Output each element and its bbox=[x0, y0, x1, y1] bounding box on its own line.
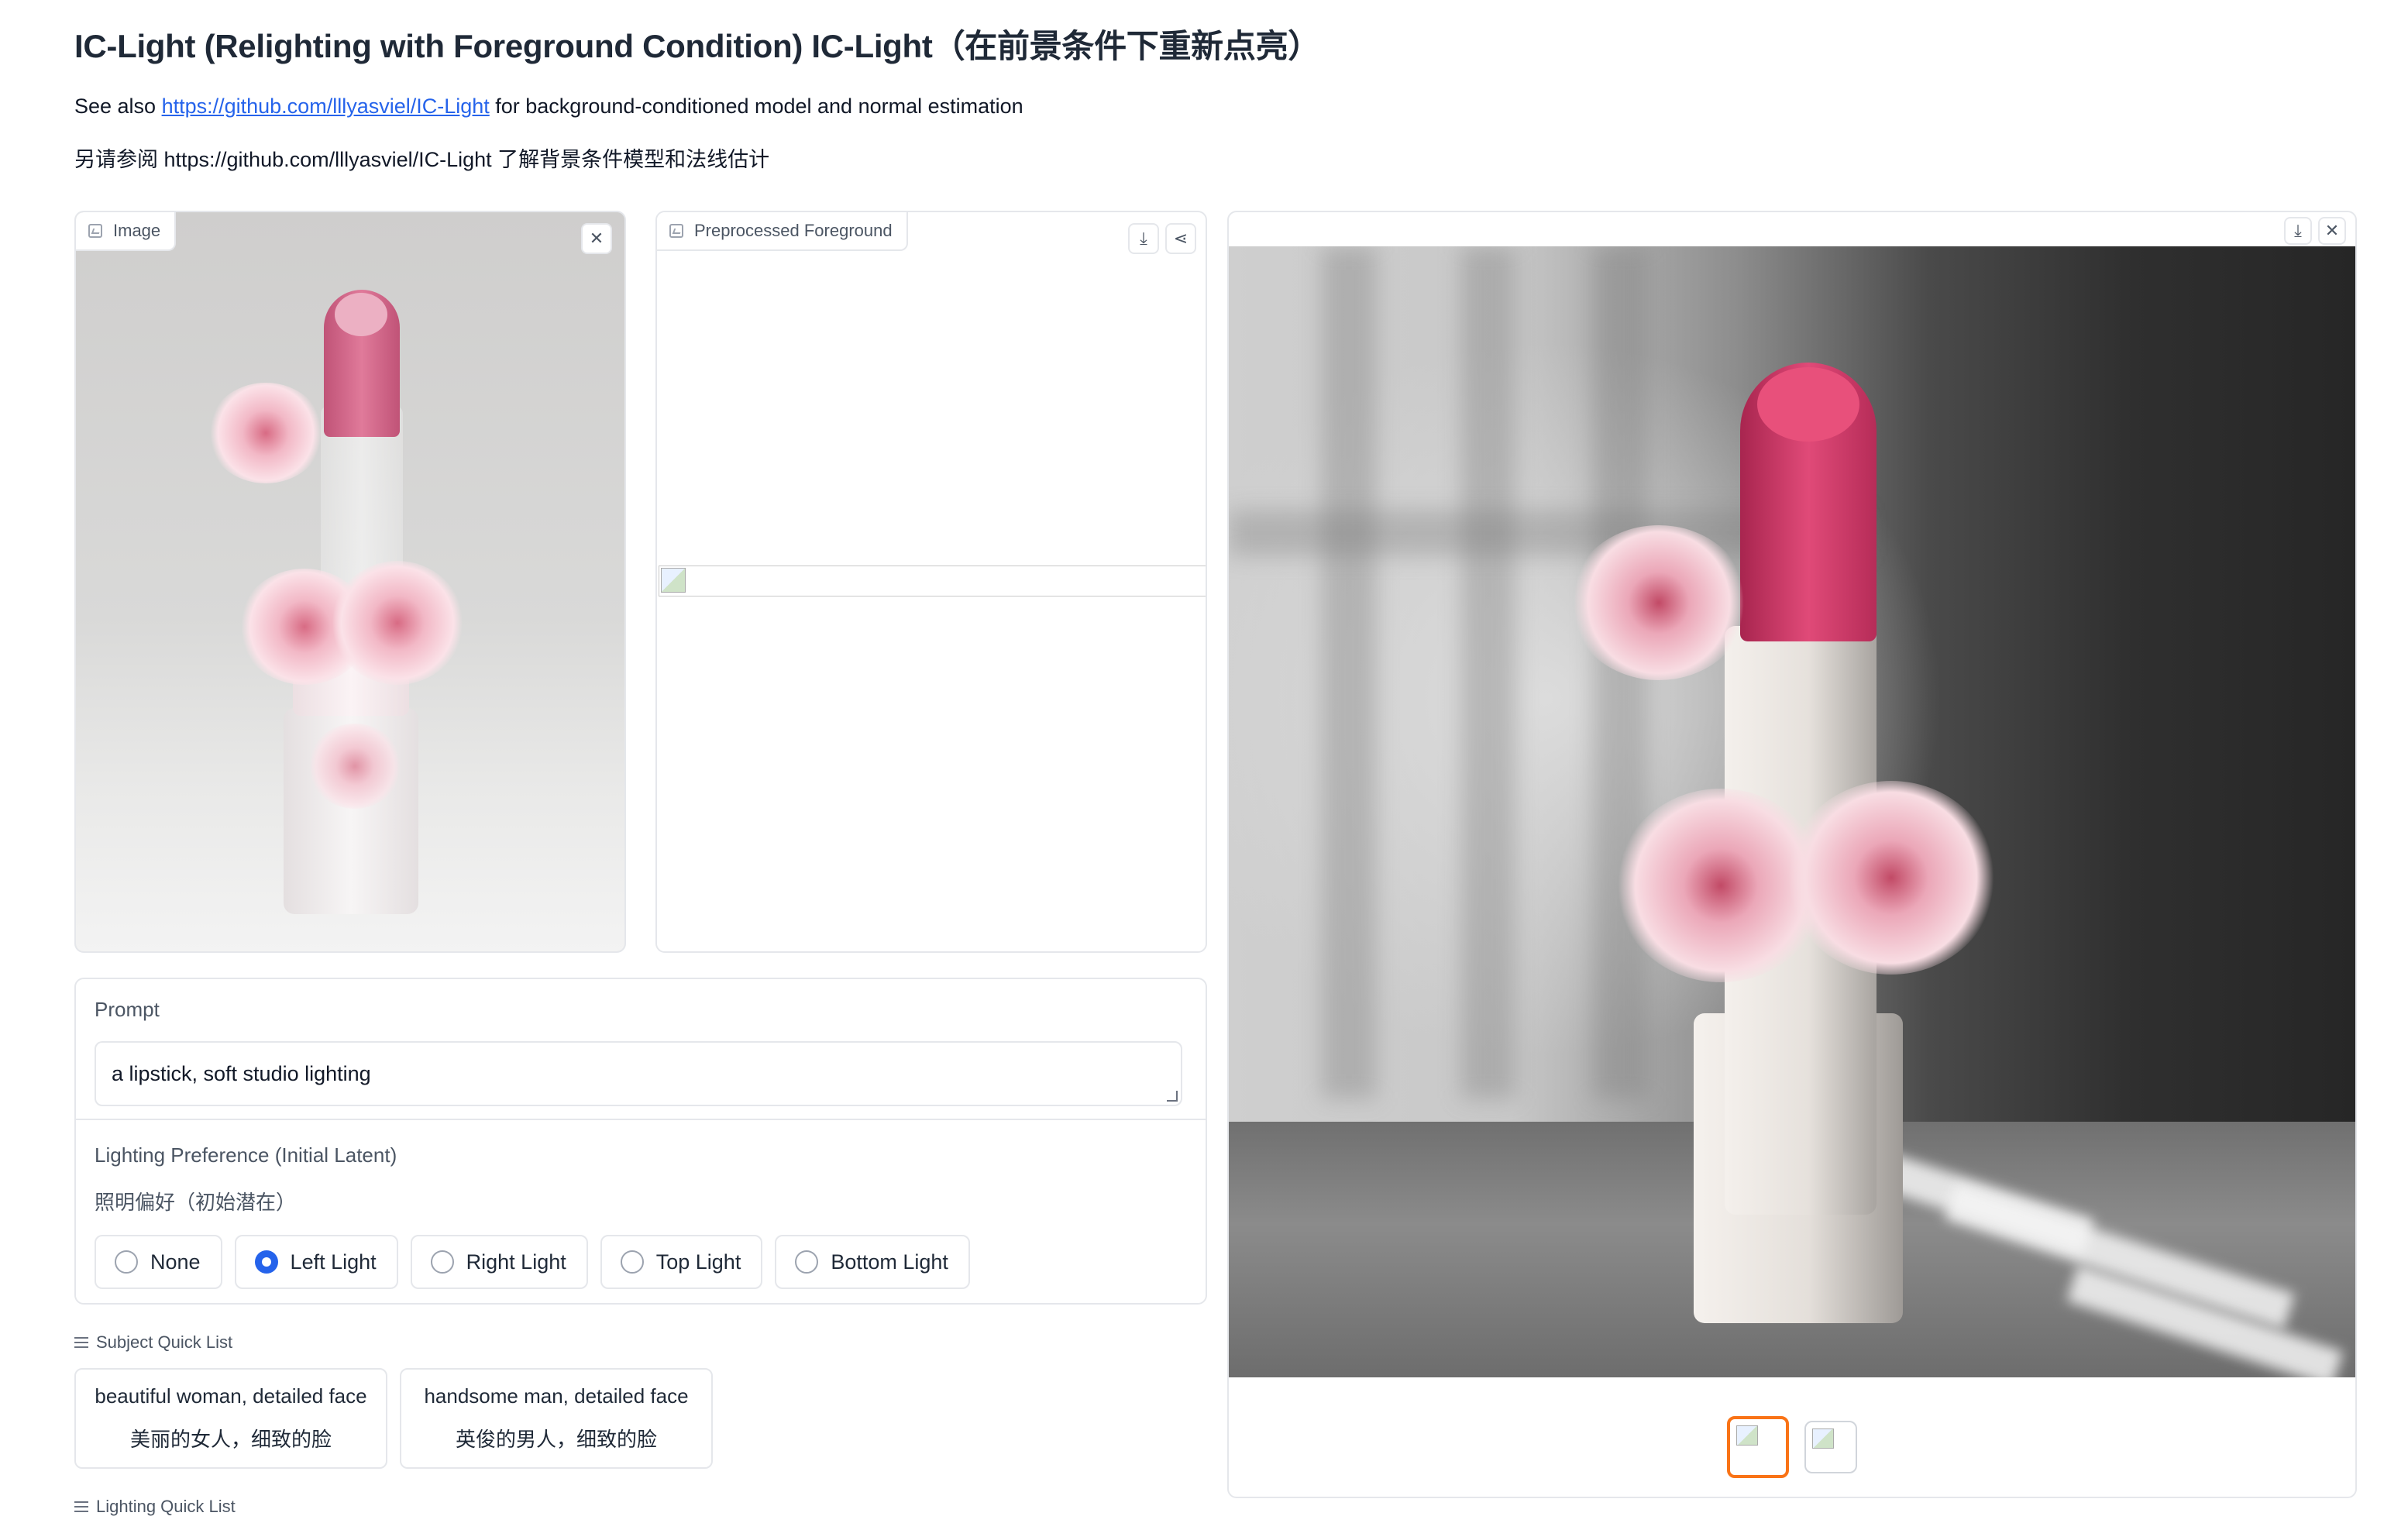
close-button[interactable]: ✕ bbox=[2318, 217, 2346, 245]
thumbnail-strip bbox=[1229, 1416, 2355, 1478]
image-label: Image bbox=[76, 212, 177, 251]
subject-chip-woman[interactable]: beautiful woman, detailed face 美丽的女人，细致的… bbox=[74, 1368, 387, 1469]
radio-selected-icon bbox=[254, 1250, 278, 1274]
radio-left-light[interactable]: Left Light bbox=[234, 1235, 398, 1289]
radio-label: Bottom Light bbox=[831, 1250, 948, 1274]
list-icon bbox=[74, 1337, 88, 1348]
download-button[interactable]: ⤓ bbox=[1128, 223, 1159, 254]
output-image[interactable] bbox=[1229, 246, 2355, 1377]
lighting-quick-list-label: Lighting Quick List bbox=[74, 1497, 236, 1517]
see-also-prefix: See also bbox=[74, 95, 162, 118]
blossom-reflection bbox=[308, 724, 401, 809]
blossom bbox=[332, 561, 463, 685]
radio-right-light[interactable]: Right Light bbox=[410, 1235, 588, 1289]
github-link[interactable]: https://github.com/lllyasviel/IC-Light bbox=[162, 95, 490, 118]
preprocessed-label-text: Preprocessed Foreground bbox=[694, 221, 893, 240]
clear-image-button[interactable]: ✕ bbox=[581, 223, 612, 254]
radio-top-light[interactable]: Top Light bbox=[600, 1235, 763, 1289]
output-gallery-panel: ⤓ ✕ bbox=[1227, 211, 2357, 1498]
chip-text-zh: 英俊的男人，细致的脸 bbox=[455, 1428, 657, 1451]
prompt-settings-block: Prompt a lipstick, soft studio lighting … bbox=[74, 978, 1207, 1305]
window-shadow bbox=[1322, 246, 1376, 1098]
image-label-text: Image bbox=[113, 221, 161, 240]
blossom bbox=[1787, 781, 1996, 975]
prompt-value: a lipstick, soft studio lighting bbox=[112, 1061, 371, 1085]
lighting-radio-group: None Left Light Right Light Top Light Bo… bbox=[95, 1235, 970, 1289]
subject-quick-list-text: Subject Quick List bbox=[96, 1332, 233, 1352]
radio-label: Top Light bbox=[655, 1250, 741, 1274]
radio-circle-icon bbox=[430, 1250, 454, 1274]
resize-handle-icon[interactable] bbox=[1167, 1091, 1178, 1102]
radio-bottom-light[interactable]: Bottom Light bbox=[775, 1235, 970, 1289]
radio-none[interactable]: None bbox=[95, 1235, 222, 1289]
image-input-panel[interactable]: Image ✕ bbox=[74, 211, 626, 953]
prompt-input[interactable]: a lipstick, soft studio lighting bbox=[95, 1041, 1182, 1106]
lipstick-bullet bbox=[1740, 363, 1877, 641]
radio-label: None bbox=[150, 1250, 201, 1274]
thumbnail-1[interactable] bbox=[1727, 1416, 1789, 1478]
preprocessed-label: Preprocessed Foreground bbox=[657, 212, 908, 251]
radio-label: Right Light bbox=[466, 1250, 566, 1274]
see-also-line: See also https://github.com/lllyasviel/I… bbox=[74, 95, 1023, 119]
blossom bbox=[1570, 525, 1748, 680]
lighting-label-zh: 照明偏好（初始潜在） bbox=[95, 1191, 297, 1214]
close-icon: ✕ bbox=[2324, 221, 2340, 240]
lighting-label: Lighting Preference (Initial Latent) bbox=[95, 1143, 397, 1167]
input-image bbox=[76, 212, 624, 951]
chip-text-en: handsome man, detailed face bbox=[424, 1384, 689, 1408]
share-icon: ⋖ bbox=[1173, 229, 1189, 248]
radio-circle-icon bbox=[795, 1250, 819, 1274]
thumbnail-2[interactable] bbox=[1804, 1421, 1857, 1473]
download-icon: ⤓ bbox=[2294, 221, 2302, 240]
blossom bbox=[208, 383, 324, 483]
subject-quick-list-label: Subject Quick List bbox=[74, 1332, 232, 1353]
divider bbox=[76, 1119, 1206, 1120]
chip-text-zh: 美丽的女人，细致的脸 bbox=[129, 1428, 332, 1451]
preprocessed-foreground-panel: Preprocessed Foreground ⤓ ⋖ bbox=[655, 211, 1207, 953]
radio-label: Left Light bbox=[290, 1250, 377, 1274]
share-button[interactable]: ⋖ bbox=[1165, 223, 1196, 254]
lighting-quick-list-text: Lighting Quick List bbox=[96, 1497, 236, 1516]
page-title: IC-Light (Relighting with Foreground Con… bbox=[74, 28, 1320, 64]
radio-circle-icon bbox=[115, 1250, 138, 1274]
image-icon bbox=[88, 224, 102, 238]
lipstick-bullet bbox=[324, 290, 400, 437]
see-also-suffix: for background-conditioned model and nor… bbox=[489, 95, 1023, 118]
chip-text-en: beautiful woman, detailed face bbox=[95, 1384, 367, 1408]
download-icon: ⤓ bbox=[1140, 229, 1147, 248]
list-icon bbox=[74, 1501, 88, 1512]
window-shadow bbox=[1461, 246, 1515, 1098]
download-button[interactable]: ⤓ bbox=[2284, 217, 2312, 245]
radio-circle-icon bbox=[620, 1250, 644, 1274]
subject-chip-man[interactable]: handsome man, detailed face 英俊的男人，细致的脸 bbox=[400, 1368, 713, 1469]
image-icon bbox=[669, 224, 683, 238]
see-also-zh: 另请参阅 https://github.com/lllyasviel/IC-Li… bbox=[74, 148, 770, 171]
prompt-label: Prompt bbox=[95, 998, 160, 1021]
broken-image bbox=[659, 566, 1206, 596]
close-icon: ✕ bbox=[589, 229, 604, 248]
